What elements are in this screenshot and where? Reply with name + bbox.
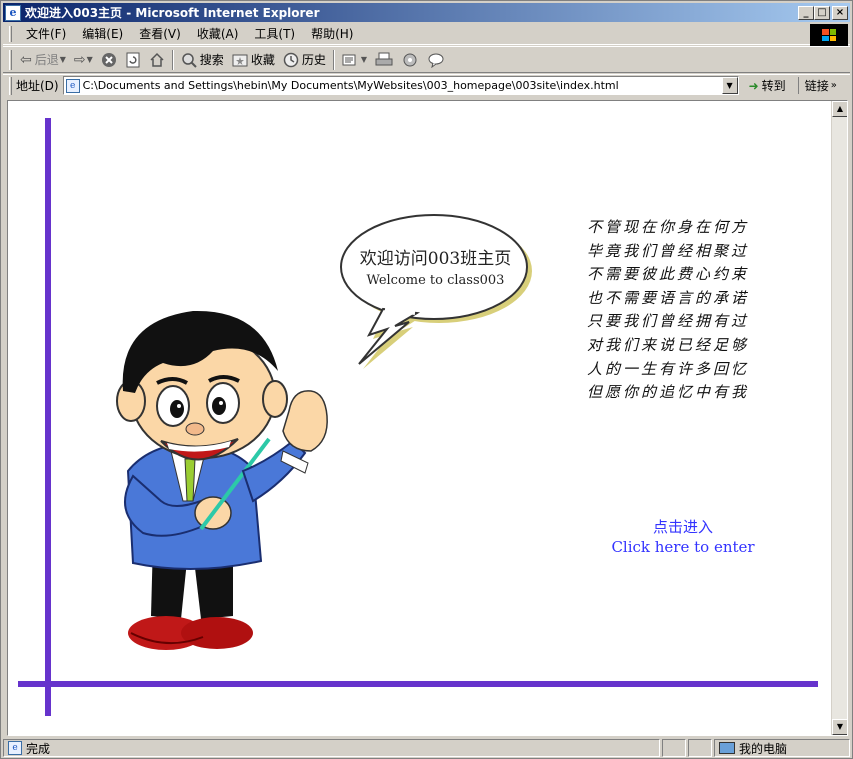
go-label: 转到 [761, 79, 786, 93]
search-label: 搜索 [199, 53, 224, 67]
ie-icon: e [5, 4, 21, 21]
scroll-down-icon[interactable]: ▼ [832, 719, 847, 735]
maximize-button[interactable]: □ [814, 5, 830, 20]
menu-favorites[interactable]: 收藏(A) [189, 25, 247, 42]
toolbar-grip[interactable] [9, 49, 12, 70]
poem-line: 只要我们曾经拥有过 [587, 312, 750, 331]
page-done-icon: e [8, 741, 22, 755]
menu-help[interactable]: 帮助(H) [303, 25, 361, 42]
ie-window: e 欢迎进入003主页 - Microsoft Internet Explore… [0, 0, 853, 759]
home-button[interactable] [145, 49, 169, 71]
scroll-up-icon[interactable]: ▲ [832, 101, 847, 117]
menu-tools[interactable]: 工具(T) [246, 25, 303, 42]
edit-button[interactable] [397, 49, 423, 71]
security-zone[interactable]: 我的电脑 [714, 739, 850, 757]
enter-link-en[interactable]: Click here to enter [598, 537, 768, 557]
page-icon: e [65, 78, 80, 93]
back-button[interactable]: ⇦ 后退 ▼ [16, 49, 70, 71]
poem-line: 不需要彼此费心约束 [587, 265, 750, 284]
my-computer-icon [719, 742, 735, 754]
menu-file[interactable]: 文件(F) [18, 25, 74, 42]
toolbar-separator [332, 49, 335, 70]
links-label: 链接 [804, 79, 829, 93]
search-button[interactable]: 搜索 [177, 49, 228, 71]
stop-button[interactable] [97, 49, 121, 71]
status-cell [688, 739, 712, 757]
history-button[interactable]: 历史 [279, 49, 330, 71]
menubar-grip[interactable] [9, 25, 12, 42]
vertical-scrollbar[interactable]: ▲ ▼ [831, 101, 847, 735]
poem-line: 毕竟我们曾经相聚过 [587, 241, 750, 260]
poem-line: 不管现在你身在何方 [587, 218, 750, 236]
links-button[interactable]: 链接 » [797, 77, 837, 94]
history-label: 历史 [301, 53, 326, 67]
enter-link[interactable]: 点击进入 Click here to enter [598, 517, 768, 557]
address-label: 地址(D) [16, 79, 59, 93]
poem-line: 人的一生有许多回忆 [587, 359, 750, 378]
minimize-button[interactable]: _ [798, 5, 814, 20]
status-main: e 完成 [3, 739, 660, 757]
menu-view[interactable]: 查看(V) [131, 25, 189, 42]
poem-block: 不管现在你身在何方 毕竟我们曾经相聚过 不需要彼此费心约束 也不需要语言的承诺 … [587, 216, 772, 405]
poem-line: 对我们来说已经足够 [587, 335, 750, 354]
cartoon-teacher-image [116, 310, 328, 650]
mail-dropdown-icon[interactable]: ▼ [361, 55, 367, 64]
addressbar-grip[interactable] [9, 76, 12, 95]
links-expand-icon: » [830, 80, 837, 91]
print-icon [375, 52, 393, 65]
back-dropdown-icon[interactable]: ▼ [60, 55, 66, 64]
history-icon [283, 52, 299, 67]
print-button[interactable] [371, 49, 397, 71]
go-button[interactable]: ➜ 转到 [745, 77, 790, 94]
page-viewport: 欢迎访问003班主页 Welcome to class003 不管现在你身在何方… [7, 100, 848, 736]
bubble-title-en: Welcome to class003 [366, 273, 505, 288]
zone-label: 我的电脑 [739, 741, 788, 756]
home-icon [150, 52, 164, 67]
toolbar-separator [171, 49, 174, 70]
refresh-button[interactable] [121, 49, 145, 71]
favorites-label: 收藏 [250, 53, 275, 67]
poem-line: 但愿你的追忆中有我 [587, 383, 750, 402]
search-icon [182, 52, 197, 68]
enter-link-cn[interactable]: 点击进入 [598, 517, 768, 537]
status-cell [662, 739, 686, 757]
address-url[interactable]: C:\Documents and Settings\hebin\My Docum… [83, 79, 722, 92]
status-bar: e 完成 我的电脑 [3, 738, 850, 758]
menu-bar: 文件(F) 编辑(E) 查看(V) 收藏(A) 工具(T) 帮助(H) [3, 23, 850, 46]
status-text: 完成 [26, 741, 51, 756]
address-dropdown-icon[interactable]: ▼ [721, 77, 738, 94]
mail-icon [342, 54, 356, 65]
mail-button[interactable]: ▼ [338, 49, 371, 71]
forward-dropdown-icon[interactable]: ▼ [87, 55, 93, 64]
poem-line: 也不需要语言的承诺 [587, 288, 750, 307]
favorites-button[interactable]: 收藏 [228, 49, 279, 71]
menu-edit[interactable]: 编辑(E) [74, 25, 131, 42]
window-title: 欢迎进入003主页 - Microsoft Internet Explorer [25, 6, 320, 20]
title-bar[interactable]: e 欢迎进入003主页 - Microsoft Internet Explore… [3, 3, 850, 22]
favorites-icon [232, 54, 248, 66]
standard-toolbar: ⇦ 后退 ▼ ⇨ ▼ 搜索 收藏 历史 ▼ [3, 46, 850, 73]
edit-icon [403, 53, 417, 66]
stop-icon [101, 52, 116, 67]
bubble-title-cn: 欢迎访问003班主页 [359, 249, 512, 269]
forward-arrow-icon: ⇨ [73, 51, 86, 68]
speech-bubble [340, 214, 532, 369]
back-arrow-icon: ⇦ [20, 51, 32, 68]
close-button[interactable]: × [832, 5, 848, 20]
vertical-border-line [45, 118, 51, 716]
go-arrow-icon: ➜ [748, 78, 759, 93]
discuss-button[interactable] [423, 49, 449, 71]
refresh-icon [126, 52, 140, 67]
windows-logo-icon [810, 24, 848, 46]
back-label: 后退 [34, 53, 59, 67]
address-bar: 地址(D) e C:\Documents and Settings\hebin\… [3, 74, 850, 96]
discuss-icon [428, 53, 444, 68]
forward-button[interactable]: ⇨ ▼ [70, 49, 97, 71]
address-input[interactable]: e C:\Documents and Settings\hebin\My Doc… [62, 76, 739, 95]
horizontal-border-line [18, 681, 818, 687]
